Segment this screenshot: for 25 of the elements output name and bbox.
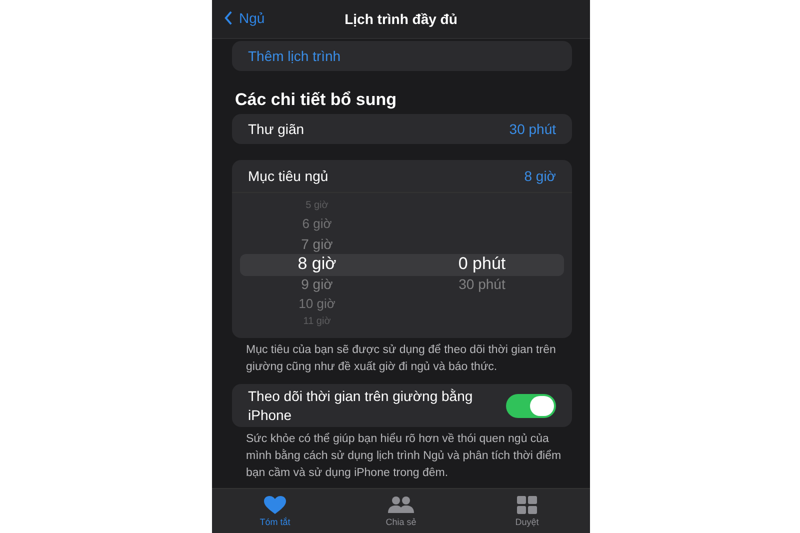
wind-down-row[interactable]: Thư giãn 30 phút <box>232 114 572 144</box>
back-button[interactable]: Ngủ <box>224 10 265 26</box>
add-schedule-button[interactable]: Thêm lịch trình <box>232 41 572 71</box>
sleep-goal-label: Mục tiêu ngủ <box>248 168 328 184</box>
tab[interactable]: Tóm tắt <box>212 489 338 533</box>
tab[interactable]: Chia sẻ <box>338 489 464 533</box>
toggle-switch[interactable] <box>506 394 556 418</box>
hour-option[interactable]: 10 giờ <box>272 293 362 315</box>
track-note: Sức khỏe có thể giúp bạn hiểu rõ hơn về thói quen ngủ của mình bằng cách sử dụng lịch trình Ngủ và phân tích thời điểm bạn cầm và sử dụng iPhone trong đêm. <box>246 432 562 481</box>
section-heading: Các chi tiết bổ sung <box>235 90 398 110</box>
minute-option[interactable]: 0 phút <box>432 253 532 275</box>
hour-option[interactable]: 7 giờ <box>272 233 362 255</box>
people-icon <box>386 496 416 514</box>
heart-icon <box>264 496 286 514</box>
minute-option[interactable]: 30 phút <box>432 273 532 295</box>
hour-option[interactable]: 6 giờ <box>272 213 362 235</box>
chevron-left-icon <box>224 11 233 25</box>
goal-note: Mục tiêu của bạn sẽ được sử dụng để theo dõi thời gian trên giường cũng như đề xuất giờ đi ngủ và báo thức. <box>246 342 557 375</box>
sleep-goal-value: 8 giờ <box>524 168 556 184</box>
tab[interactable]: Duyệt <box>464 489 590 533</box>
hour-option[interactable]: 8 giờ <box>272 253 362 275</box>
track-toggle-label: Theo dõi thời gian trên giường bằng iPhone <box>248 386 474 424</box>
grid-icon <box>517 496 537 514</box>
hour-option[interactable]: 9 giờ <box>272 273 362 295</box>
screen-title: Lịch trình đầy đủ <box>344 11 458 27</box>
